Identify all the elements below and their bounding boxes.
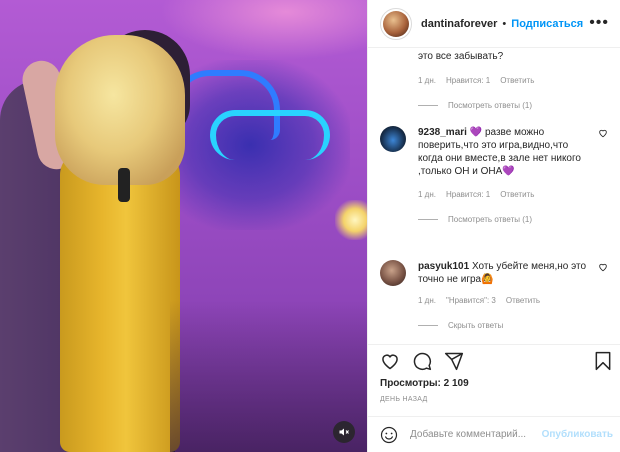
like-comment-icon[interactable] <box>598 128 608 138</box>
divider-line <box>418 105 438 106</box>
like-comment-icon[interactable] <box>598 262 608 272</box>
divider-line <box>418 219 438 220</box>
views-count[interactable]: Просмотры: 2 109 <box>380 378 469 389</box>
comment-time[interactable]: 1 дн. <box>418 296 436 305</box>
view-replies-label: Посмотреть ответы (1) <box>448 215 533 224</box>
more-options-button[interactable]: ••• <box>589 14 609 32</box>
reply-button[interactable]: Ответить <box>506 296 540 305</box>
divider-line <box>418 325 438 326</box>
comment-likes[interactable]: "Нравится": 3 <box>446 296 496 305</box>
follow-button[interactable]: Подписаться <box>511 18 583 30</box>
post-actions: Просмотры: 2 109 ДЕНЬ НАЗАД <box>368 344 620 406</box>
stage-light <box>160 0 367 60</box>
hide-replies-button[interactable]: Скрыть ответы <box>418 321 588 330</box>
emoji: 💜 <box>469 127 483 138</box>
emoji: 🙆 <box>481 274 494 285</box>
reply-button[interactable]: Ответить <box>500 190 534 199</box>
emoji: 💜 <box>502 166 515 177</box>
woman-hair <box>55 35 185 185</box>
add-comment-bar: Добавьте комментарий... Опубликовать <box>368 416 620 452</box>
commenter-username[interactable]: pasyuk101 <box>418 261 469 272</box>
avatar[interactable] <box>380 7 412 40</box>
commenter-avatar[interactable] <box>380 260 406 286</box>
comment-time[interactable]: 1 дн. <box>418 76 436 85</box>
mute-button[interactable] <box>333 421 355 443</box>
comment-icon[interactable] <box>412 351 432 371</box>
commenter-username[interactable]: 9238_mari <box>418 127 467 138</box>
author-username[interactable]: dantinaforever <box>421 18 497 30</box>
share-icon[interactable] <box>444 351 464 371</box>
hide-replies-label: Скрыть ответы <box>448 321 504 330</box>
reply-button[interactable]: Ответить <box>500 76 534 85</box>
post-header: dantinaforever • Подписаться ••• <box>368 0 620 48</box>
comment-likes[interactable]: Нравится: 1 <box>446 190 490 199</box>
separator-dot: • <box>502 17 507 30</box>
post-timestamp[interactable]: ДЕНЬ НАЗАД <box>380 396 428 403</box>
view-replies-label: Посмотреть ответы (1) <box>448 101 533 110</box>
comment-time[interactable]: 1 дн. <box>418 190 436 199</box>
commenter-avatar[interactable] <box>380 126 406 152</box>
mute-icon <box>339 428 349 436</box>
comments-list[interactable]: это все забывать? 1 дн. Нравится: 1 Отве… <box>368 48 620 344</box>
neon-cloud <box>210 110 330 160</box>
view-replies-button[interactable]: Посмотреть ответы (1) <box>418 101 588 110</box>
post-video[interactable] <box>0 0 367 452</box>
comment-likes[interactable]: Нравится: 1 <box>446 76 490 85</box>
heart-icon[interactable] <box>380 351 400 371</box>
bookmark-icon[interactable] <box>593 351 613 371</box>
post-panel: dantinaforever • Подписаться ••• это все… <box>367 0 620 452</box>
view-replies-button[interactable]: Посмотреть ответы (1) <box>418 215 588 224</box>
spotlight <box>335 200 367 240</box>
microphone <box>118 168 130 202</box>
smile-icon[interactable] <box>380 426 398 444</box>
comment-input[interactable]: Добавьте комментарий... <box>410 429 542 440</box>
publish-button[interactable]: Опубликовать <box>542 429 613 440</box>
comment-text: это все забывать? <box>418 51 504 62</box>
